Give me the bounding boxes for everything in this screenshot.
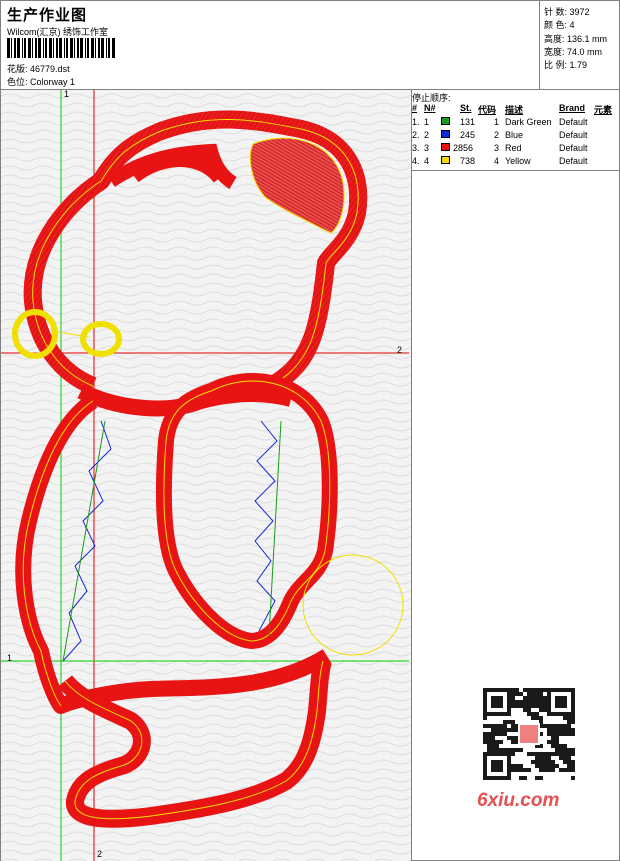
row-num: 2. — [412, 130, 420, 140]
col-header-stitches: St. — [460, 103, 472, 113]
color-swatch-1 — [441, 117, 450, 125]
colorway-name: Colorway 1 — [30, 77, 76, 87]
row-num: 1. — [412, 117, 420, 127]
barcode-graphic — [7, 38, 115, 58]
row-code: 1 — [494, 117, 500, 127]
row-desc: Dark Green — [505, 117, 552, 127]
colorway-line: 色位: Colorway 1 — [7, 75, 75, 88]
production-sheet: 生产作业图 Wilcom(汇京) 绣饰工作室 花版: 46779.dst 色位:… — [0, 0, 620, 861]
row-desc: Blue — [505, 130, 524, 140]
company-name: Wilcom(汇京) 绣饰工作室 — [7, 27, 108, 37]
row-brand: Default — [559, 156, 588, 166]
row-num: 4. — [412, 156, 420, 166]
row-brand: Default — [559, 143, 588, 153]
row-num: 3. — [412, 143, 420, 153]
row-needle: 2 — [424, 130, 430, 140]
site-watermark: 6xiu.com — [471, 684, 587, 814]
watermark-text: 6xiu.com — [477, 790, 560, 811]
design-file-name: 46779.dst — [30, 64, 70, 74]
row-desc: Red — [505, 143, 522, 153]
guide-label-v1: 1 — [64, 90, 69, 99]
row-stitches: 245 — [460, 130, 476, 140]
design-width: 宽度: 74.0 mm — [544, 47, 603, 57]
col-header-element: 元素 — [594, 105, 613, 115]
design-label: 花版: — [7, 64, 28, 74]
col-header-code: 代码 — [478, 105, 497, 115]
row-desc: Yellow — [505, 156, 531, 166]
row-needle: 1 — [424, 117, 430, 127]
qr-code-image — [483, 688, 575, 780]
col-header-needle: N# — [424, 103, 436, 113]
row-stitches: 738 — [460, 156, 476, 166]
col-header-desc: 描述 — [505, 105, 524, 115]
embroidery-preview: 1 1 2 2 — [1, 90, 412, 861]
guide-label-h2: 2 — [397, 345, 402, 355]
design-scale: 比 例: 1.79 — [544, 60, 588, 70]
guide-label-h1: 1 — [7, 653, 12, 663]
embroidery-drawing: 1 1 2 2 — [1, 90, 411, 861]
color-count: 颜 色: 4 — [544, 20, 575, 30]
color-swatch-3 — [441, 143, 450, 151]
row-stitches: 2856 — [453, 143, 474, 153]
guide-label-v2: 2 — [97, 849, 102, 859]
sheet-header: 生产作业图 Wilcom(汇京) 绣饰工作室 花版: 46779.dst 色位:… — [1, 1, 619, 90]
page-title: 生产作业图 — [7, 7, 88, 24]
design-height: 高度: 136.1 mm — [544, 34, 608, 44]
row-brand: Default — [559, 130, 588, 140]
row-stitches: 131 — [460, 117, 476, 127]
col-header-brand: Brand — [559, 103, 586, 113]
colorway-label: 色位: — [7, 77, 28, 87]
color-swatch-4 — [441, 156, 450, 164]
design-stats: 针 数: 3972 颜 色: 4 高度: 136.1 mm 宽度: 74.0 m… — [539, 1, 620, 89]
row-code: 3 — [494, 143, 500, 153]
color-swatch-2 — [441, 130, 450, 138]
stitch-count: 针 数: 3972 — [544, 7, 590, 17]
col-header-num: # — [412, 103, 418, 113]
row-brand: Default — [559, 117, 588, 127]
row-code: 4 — [494, 156, 500, 166]
stop-sequence-panel: 停止顺序: # N# St. 代码 描述 Brand 元素 1. 1 131 1… — [412, 90, 619, 171]
row-needle: 3 — [424, 143, 430, 153]
row-needle: 4 — [424, 156, 430, 166]
row-code: 2 — [494, 130, 500, 140]
design-file-line: 花版: 46779.dst — [7, 62, 70, 75]
